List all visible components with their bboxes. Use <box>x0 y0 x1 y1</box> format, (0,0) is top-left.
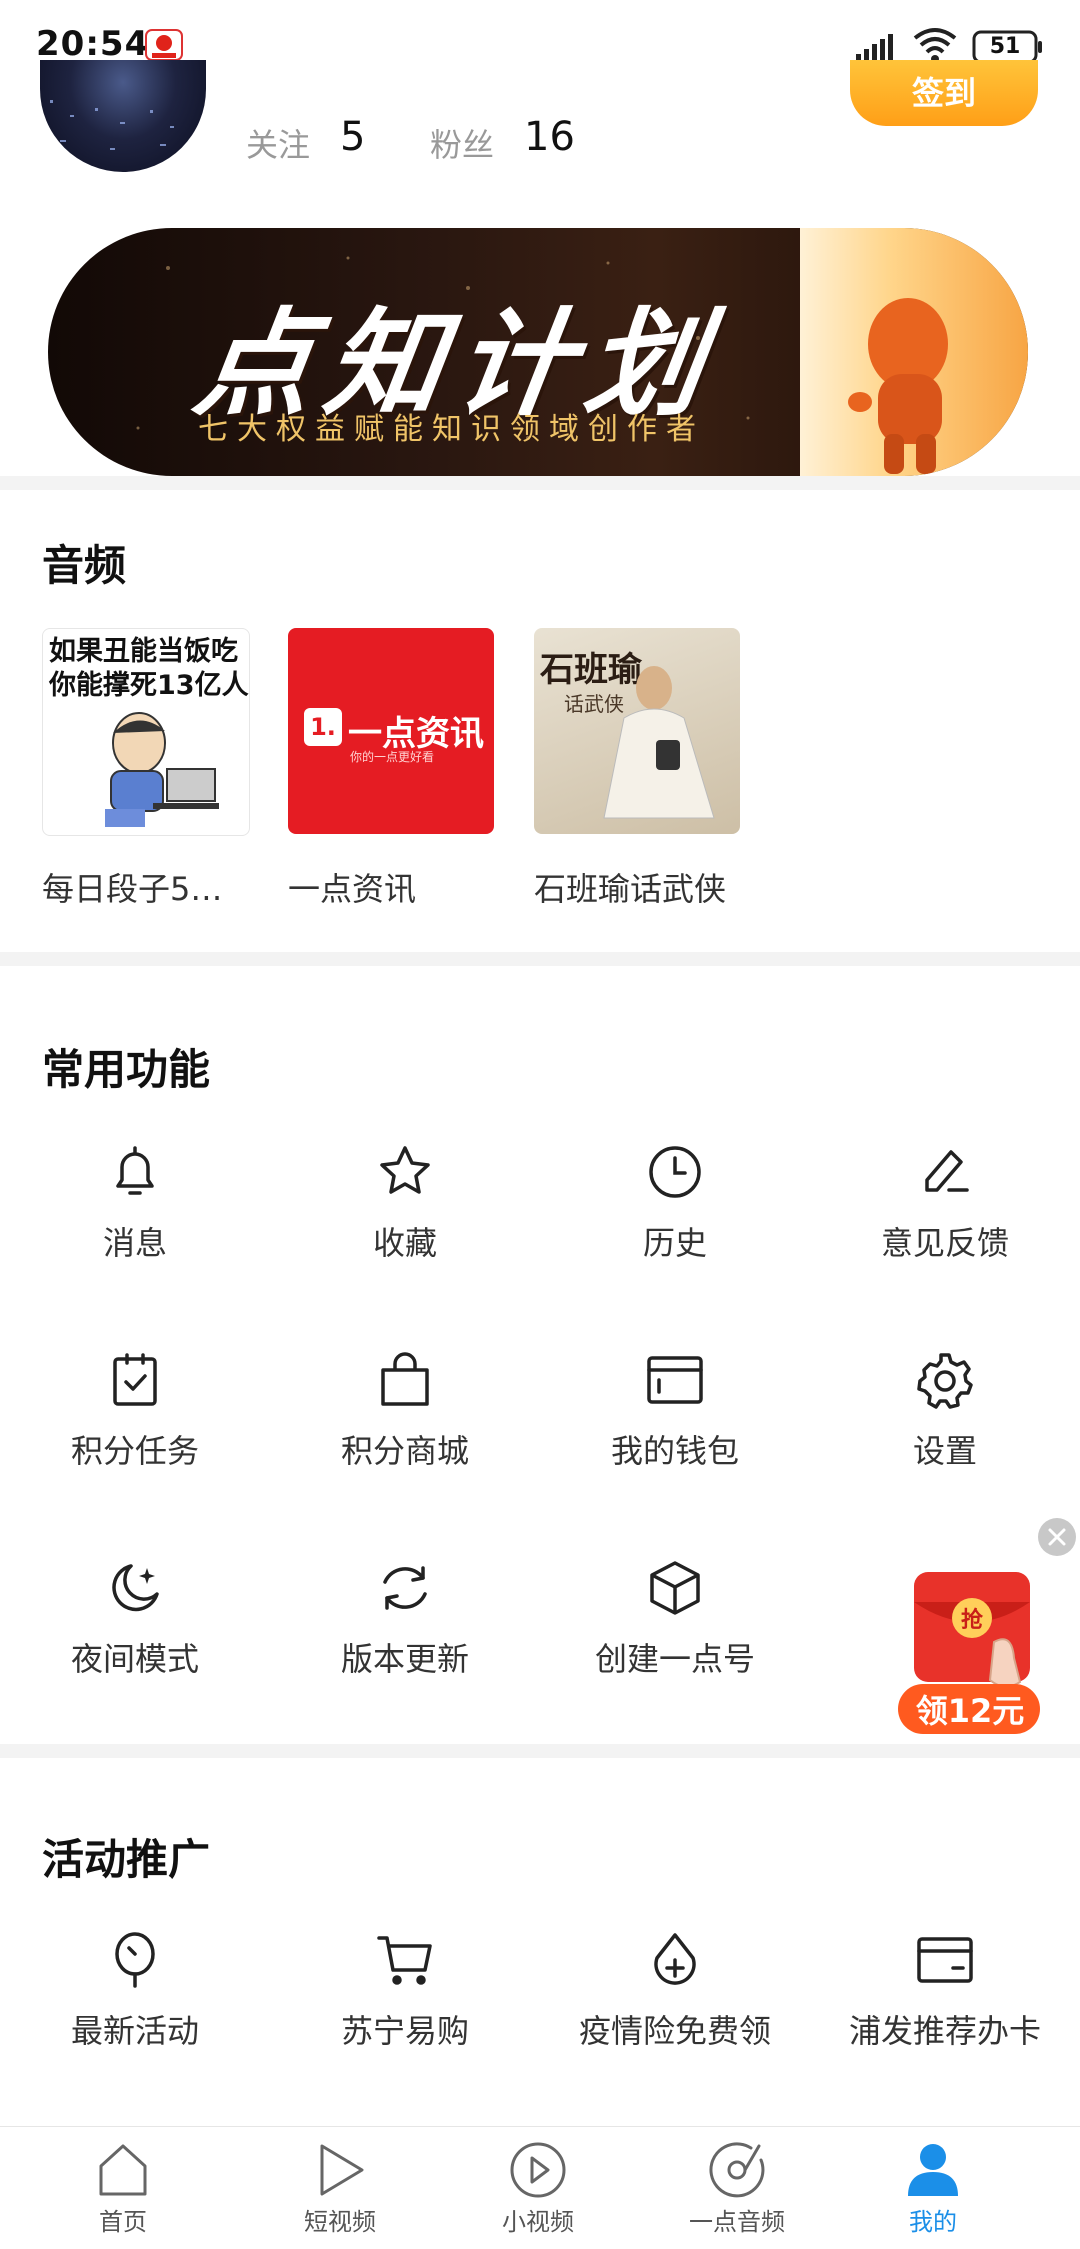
thumb-text: 如果丑能当饭吃 <box>49 636 238 667</box>
clock-icon <box>649 1146 701 1198</box>
function-messages[interactable]: 消息 <box>0 1142 270 1264</box>
star-icon <box>380 1146 430 1194</box>
function-create-account[interactable]: 创建一点号 <box>540 1558 810 1680</box>
gear-icon <box>917 1353 973 1409</box>
music-disc-icon <box>709 2142 765 2198</box>
nav-mini-video[interactable]: 小视频 <box>463 2140 613 2237</box>
refresh-icon <box>383 1566 427 1610</box>
function-points-mall[interactable]: 积分商城 <box>270 1350 540 1472</box>
section-divider <box>0 1744 1080 1758</box>
function-night-mode[interactable]: 夜间模式 <box>0 1558 270 1680</box>
follow-count[interactable]: 5 <box>340 114 365 160</box>
nav-audio[interactable]: 一点音频 <box>662 2140 812 2237</box>
function-version-update[interactable]: 版本更新 <box>270 1558 540 1680</box>
close-icon <box>1048 1528 1066 1546</box>
fans-label[interactable]: 粉丝 <box>430 120 494 166</box>
function-history[interactable]: 历史 <box>540 1142 810 1264</box>
nav-label: 短视频 <box>304 2208 376 2236</box>
audio-thumb-jokes[interactable]: 如果丑能当饭吃 你能撑死13亿人 <box>42 628 250 836</box>
fans-count[interactable]: 16 <box>524 114 575 160</box>
nav-label: 首页 <box>99 2208 147 2236</box>
section-divider <box>0 952 1080 966</box>
bell-icon <box>116 1146 154 1195</box>
function-label: 设置 <box>912 1432 977 1470</box>
function-label: 版本更新 <box>340 1640 469 1678</box>
promo-label: 疫情险免费领 <box>578 2012 771 2050</box>
follow-label[interactable]: 关注 <box>246 120 310 166</box>
balloon-icon <box>115 1932 155 1988</box>
promo-banner[interactable]: 点知计划 七大权益赋能知识领域创作者 <box>48 228 1028 476</box>
function-label: 意见反馈 <box>880 1224 1009 1262</box>
nav-label: 一点音频 <box>689 2208 785 2236</box>
nav-short-video[interactable]: 短视频 <box>265 2140 415 2237</box>
promo-label: 浦发推荐办卡 <box>848 2012 1041 2050</box>
audio-section-title: 音频 <box>42 541 127 590</box>
checkin-button[interactable]: 签到 <box>850 60 1038 126</box>
promo-label: 苏宁易购 <box>340 2012 469 2050</box>
thumb-text: 你能撑死13亿人 <box>49 670 249 701</box>
app-notification-icon <box>145 29 183 61</box>
function-favorites[interactable]: 收藏 <box>270 1142 540 1264</box>
avatar[interactable] <box>40 60 206 172</box>
card-icon <box>917 1937 973 1983</box>
checkin-label: 签到 <box>911 74 976 112</box>
nav-label: 小视频 <box>502 2208 574 2236</box>
drop-plus-icon <box>654 1933 696 1985</box>
function-settings[interactable]: 设置 <box>810 1350 1080 1472</box>
wallet-icon <box>647 1356 703 1404</box>
cartoon-man-illustration <box>105 712 219 827</box>
cube-icon <box>650 1561 700 1615</box>
play-icon <box>320 2144 364 2196</box>
promo-latest-events[interactable]: 最新活动 <box>0 1930 270 2052</box>
moon-icon <box>112 1564 159 1612</box>
function-label: 创建一点号 <box>594 1640 755 1678</box>
function-label: 积分商城 <box>340 1432 469 1470</box>
close-envelope-button[interactable] <box>1038 1518 1076 1556</box>
audio-label[interactable]: 石班瑜话武侠 <box>534 864 726 910</box>
audio-thumb-yidian[interactable]: 1. 一点资讯 你的一点更好看 <box>288 628 494 834</box>
envelope-text[interactable]: 领12元 <box>900 1686 1040 1732</box>
status-time: 20:54 <box>36 24 150 64</box>
yidian-logo-icon: 1. <box>304 708 342 746</box>
play-circle-icon <box>510 2142 566 2198</box>
function-feedback[interactable]: 意见反馈 <box>810 1142 1080 1264</box>
clipboard-check-icon <box>113 1353 157 1406</box>
thumb-tagline: 你的一点更好看 <box>350 750 435 764</box>
home-icon <box>99 2144 147 2196</box>
pen-icon <box>925 1150 969 1192</box>
nav-label: 我的 <box>909 2208 957 2236</box>
promo-suning[interactable]: 苏宁易购 <box>270 1930 540 2052</box>
cart-icon <box>377 1936 432 1985</box>
user-icon <box>908 2144 958 2196</box>
function-label: 历史 <box>642 1224 707 1262</box>
battery-level: 51 <box>989 34 1021 59</box>
function-label: 夜间模式 <box>70 1640 199 1678</box>
function-label: 收藏 <box>372 1224 437 1262</box>
nav-me[interactable]: 我的 <box>858 2140 1008 2237</box>
audio-label[interactable]: 每日段子5… <box>42 864 222 910</box>
promo-spdb-card[interactable]: 浦发推荐办卡 <box>810 1930 1080 2052</box>
audio-label[interactable]: 一点资讯 <box>288 864 416 910</box>
section-divider <box>0 476 1080 490</box>
promo-label: 最新活动 <box>70 2012 199 2050</box>
function-label: 我的钱包 <box>610 1432 739 1470</box>
function-label: 消息 <box>102 1224 167 1262</box>
functions-section-title: 常用功能 <box>42 1045 211 1094</box>
audio-thumb-wuxia[interactable]: 石班瑜 话武侠 <box>534 628 740 834</box>
function-wallet[interactable]: 我的钱包 <box>540 1350 810 1472</box>
astronaut-illustration <box>848 298 948 474</box>
function-points-tasks[interactable]: 积分任务 <box>0 1350 270 1472</box>
storyteller-illustration <box>603 666 715 819</box>
shopping-bag-icon <box>381 1352 429 1406</box>
envelope-char: 抢 <box>961 1607 984 1633</box>
function-label: 积分任务 <box>70 1432 199 1470</box>
banner-subtitle: 七大权益赋能知识领域创作者 <box>198 412 705 447</box>
promo-section-title: 活动推广 <box>42 1835 211 1884</box>
nav-home[interactable]: 首页 <box>48 2140 198 2237</box>
wifi-icon <box>913 28 957 63</box>
promo-insurance[interactable]: 疫情险免费领 <box>540 1930 810 2052</box>
